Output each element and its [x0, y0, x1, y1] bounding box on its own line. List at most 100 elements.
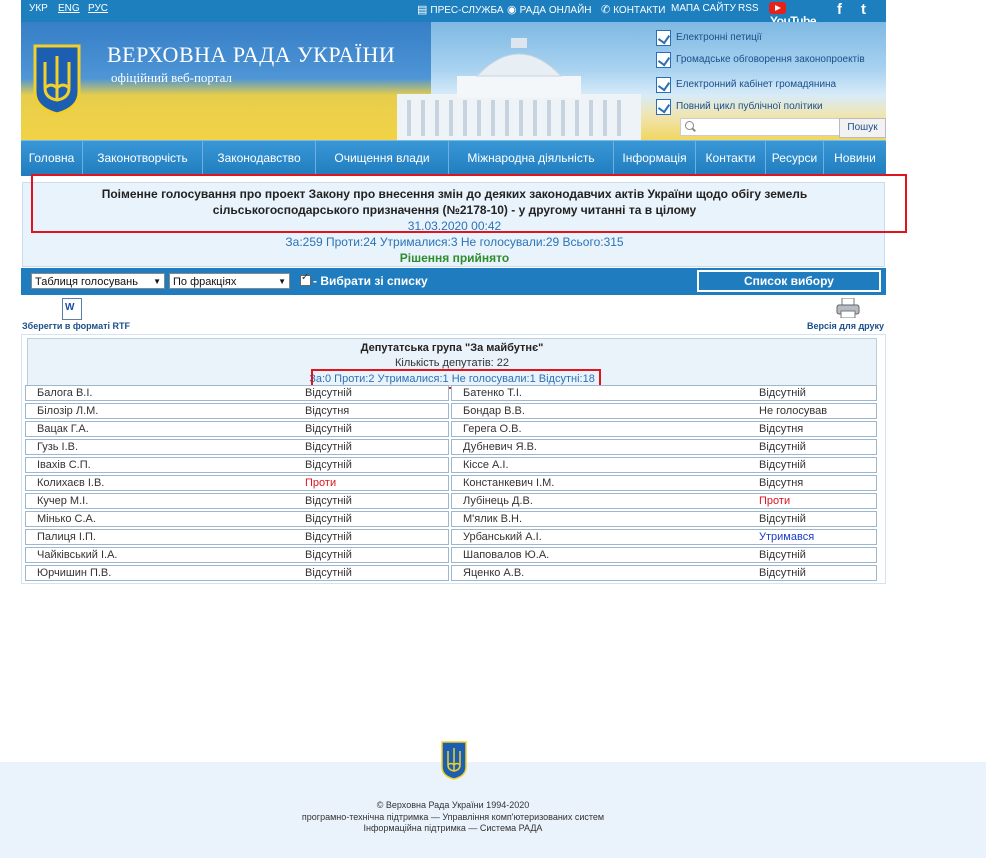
quick-link-public-discussion[interactable]: Громадське обговорення законопроектів — [656, 50, 886, 72]
deputy-vote: Відсутній — [759, 549, 806, 561]
lang-ukr-link[interactable]: УКР — [29, 3, 48, 14]
deputy-name[interactable]: Балога В.І. — [37, 386, 92, 400]
selection-list-button[interactable]: Список вибору — [697, 270, 881, 292]
table-row: Колихаєв І.В. Проти Констанкевич І.М. Відсу… — [25, 475, 877, 492]
deputy-name[interactable]: Кіссе А.І. — [463, 458, 509, 472]
nav-legislation[interactable]: Законодавство — [203, 141, 316, 176]
deputy-vote: Відсутній — [305, 459, 352, 471]
deputy-vote: Відсутня — [305, 405, 350, 417]
quick-link-citizen-cabinet[interactable]: Електронний кабінет громадянина — [656, 75, 886, 97]
nav-information[interactable]: Інформація — [614, 141, 696, 176]
faction-name: Депутатська група "За майбутнє" — [360, 342, 544, 354]
deputy-name[interactable]: Гузь І.В. — [37, 440, 78, 454]
deputy-cell: Чайківський І.А. Відсутній — [25, 547, 449, 563]
deputy-name[interactable]: Чайківський І.А. — [37, 548, 117, 562]
deputy-name[interactable]: Юрчишин П.В. — [37, 566, 111, 580]
deputy-cell: Яценко А.В. Відсутній — [451, 565, 877, 581]
deputy-name[interactable]: Шаповалов Ю.А. — [463, 548, 549, 562]
deputy-cell: Констанкевич І.М. Відсутня — [451, 475, 877, 491]
deputy-cell: Мінько С.А. Відсутній — [25, 511, 449, 527]
deputy-vote: Відсутній — [759, 567, 806, 579]
rada-online-label: РАДА ОНЛАЙН — [519, 5, 592, 16]
sitemap-link[interactable]: МАПА САЙТУ — [671, 3, 736, 14]
word-document-icon — [62, 298, 82, 320]
deputy-name[interactable]: Батенко Т.І. — [463, 386, 522, 400]
twitter-icon[interactable]: t — [861, 1, 866, 18]
deputy-name[interactable]: Палиця І.П. — [37, 530, 96, 544]
table-row: Білозір Л.М. Відсутня Бондар В.В. Не голосу… — [25, 403, 877, 420]
site-title[interactable]: ВЕРХОВНА РАДА УКРАЇНИ — [107, 42, 395, 68]
deputy-name[interactable]: Бондар В.В. — [463, 404, 525, 418]
table-row: Гузь І.В. Відсутній Дубневич Я.В. Відсутній — [25, 439, 877, 456]
deputy-name[interactable]: Лубінець Д.В. — [463, 494, 533, 508]
checkbox-doc-icon — [656, 99, 671, 115]
deputy-vote: Відсутній — [305, 549, 352, 561]
table-type-select[interactable]: Таблиця голосувань ▼ — [31, 273, 165, 289]
table-row: Іваxів С.П. Відсутній Кіссе А.І. Відсутній — [25, 457, 877, 474]
printer-icon — [836, 298, 860, 318]
press-service-link[interactable]: ▤ ПРЕС-СЛУЖБА — [417, 3, 504, 16]
deputy-cell: Батенко Т.І. Відсутній — [451, 385, 877, 401]
nav-international[interactable]: Міжнародна діяльність — [449, 141, 614, 176]
select-from-list-checkbox[interactable] — [300, 272, 311, 286]
deputy-cell: Вацак Г.А. Відсутній — [25, 421, 449, 437]
deputy-name[interactable]: Яценко А.В. — [463, 566, 524, 580]
deputy-name[interactable]: Дубневич Я.В. — [463, 440, 537, 454]
grouping-select[interactable]: По фракціях ▼ — [169, 273, 290, 289]
rss-link[interactable]: RSS — [738, 3, 759, 14]
print-version-label: Версія для друку — [807, 321, 885, 331]
deputy-vote: Проти — [305, 477, 337, 489]
nav-resources[interactable]: Ресурси — [766, 141, 824, 176]
youtube-link[interactable]: YouTube — [769, 2, 827, 28]
deputy-name[interactable]: Кучер М.І. — [37, 494, 88, 508]
lang-rus-link[interactable]: РУС — [88, 3, 108, 14]
faction-count: Кількість депутатів: 22 — [394, 357, 510, 369]
deputy-vote: Відсутній — [305, 513, 352, 525]
lang-eng-link[interactable]: ENG — [58, 3, 80, 14]
deputy-name[interactable]: Вацак Г.А. — [37, 422, 89, 436]
deputy-name[interactable]: Урбанський А.І. — [463, 530, 542, 544]
deputy-cell: Іваxів С.П. Відсутній — [25, 457, 449, 473]
search-input[interactable] — [680, 118, 851, 136]
deputy-name[interactable]: М'ялик В.Н. — [463, 512, 522, 526]
footer-tech-support: програмно-технічна підтримка — Управлінн… — [301, 812, 605, 822]
deputy-cell: Юрчишин П.В. Відсутній — [25, 565, 449, 581]
deputy-vote: Проти — [759, 495, 791, 507]
footer-copyright: © Верховна Рада України 1994-2020 — [376, 800, 530, 810]
save-rtf-label: Зберегти в форматі RTF — [22, 321, 131, 331]
vote-summary: За:259 Проти:24 Утрималися:3 Не голосува… — [285, 235, 624, 249]
deputy-cell: Балога В.І. Відсутній — [25, 385, 449, 401]
dropdown-arrow-icon: ▼ — [278, 277, 286, 286]
vote-result: Рішення прийнято — [399, 251, 510, 265]
nav-news[interactable]: Новини — [824, 141, 886, 176]
deputy-cell: Кучер М.І. Відсутній — [25, 493, 449, 509]
deputy-vote: Відсутній — [305, 387, 352, 399]
search-icon — [685, 121, 694, 130]
broadcast-icon: ◉ — [507, 4, 517, 16]
deputy-name[interactable]: Білозір Л.М. — [37, 404, 98, 418]
nav-lawmaking[interactable]: Законотворчість — [83, 141, 203, 176]
nav-home[interactable]: Головна — [21, 141, 83, 176]
contacts-top-link[interactable]: ✆ КОНТАКТИ — [601, 3, 666, 16]
deputy-name[interactable]: Колихаєв І.В. — [37, 476, 104, 490]
trident-icon[interactable] — [31, 42, 83, 116]
deputy-vote: Відсутній — [759, 441, 806, 453]
rada-online-link[interactable]: ◉ РАДА ОНЛАЙН — [507, 3, 591, 16]
deputy-name[interactable]: Констанкевич І.М. — [463, 476, 554, 490]
deputy-name[interactable]: Герега О.В. — [463, 422, 522, 436]
deputy-name[interactable]: Іваxів С.П. — [37, 458, 91, 472]
nav-lustration[interactable]: Очищення влади — [316, 141, 449, 176]
deputy-vote: Утримався — [759, 531, 815, 543]
deputy-vote: Відсутня — [759, 477, 804, 489]
print-version-link[interactable]: Версія для друку — [798, 296, 886, 336]
deputy-cell: Кіссе А.І. Відсутній — [451, 457, 877, 473]
quick-link-policy-cycle[interactable]: Повний цикл публічної політики — [656, 97, 886, 119]
youtube-play-icon — [769, 2, 786, 15]
footer-info-support: Інформаційна підтримка — Система РАДА — [363, 823, 543, 833]
search-button[interactable]: Пошук — [839, 118, 886, 138]
deputy-name[interactable]: Мінько С.А. — [37, 512, 96, 526]
save-rtf-link[interactable]: Зберегти в форматі RTF — [22, 296, 132, 336]
nav-contacts[interactable]: Контакти — [696, 141, 766, 176]
quick-link-petitions[interactable]: Електронні петиції — [656, 28, 886, 50]
facebook-icon[interactable]: f — [837, 1, 842, 18]
